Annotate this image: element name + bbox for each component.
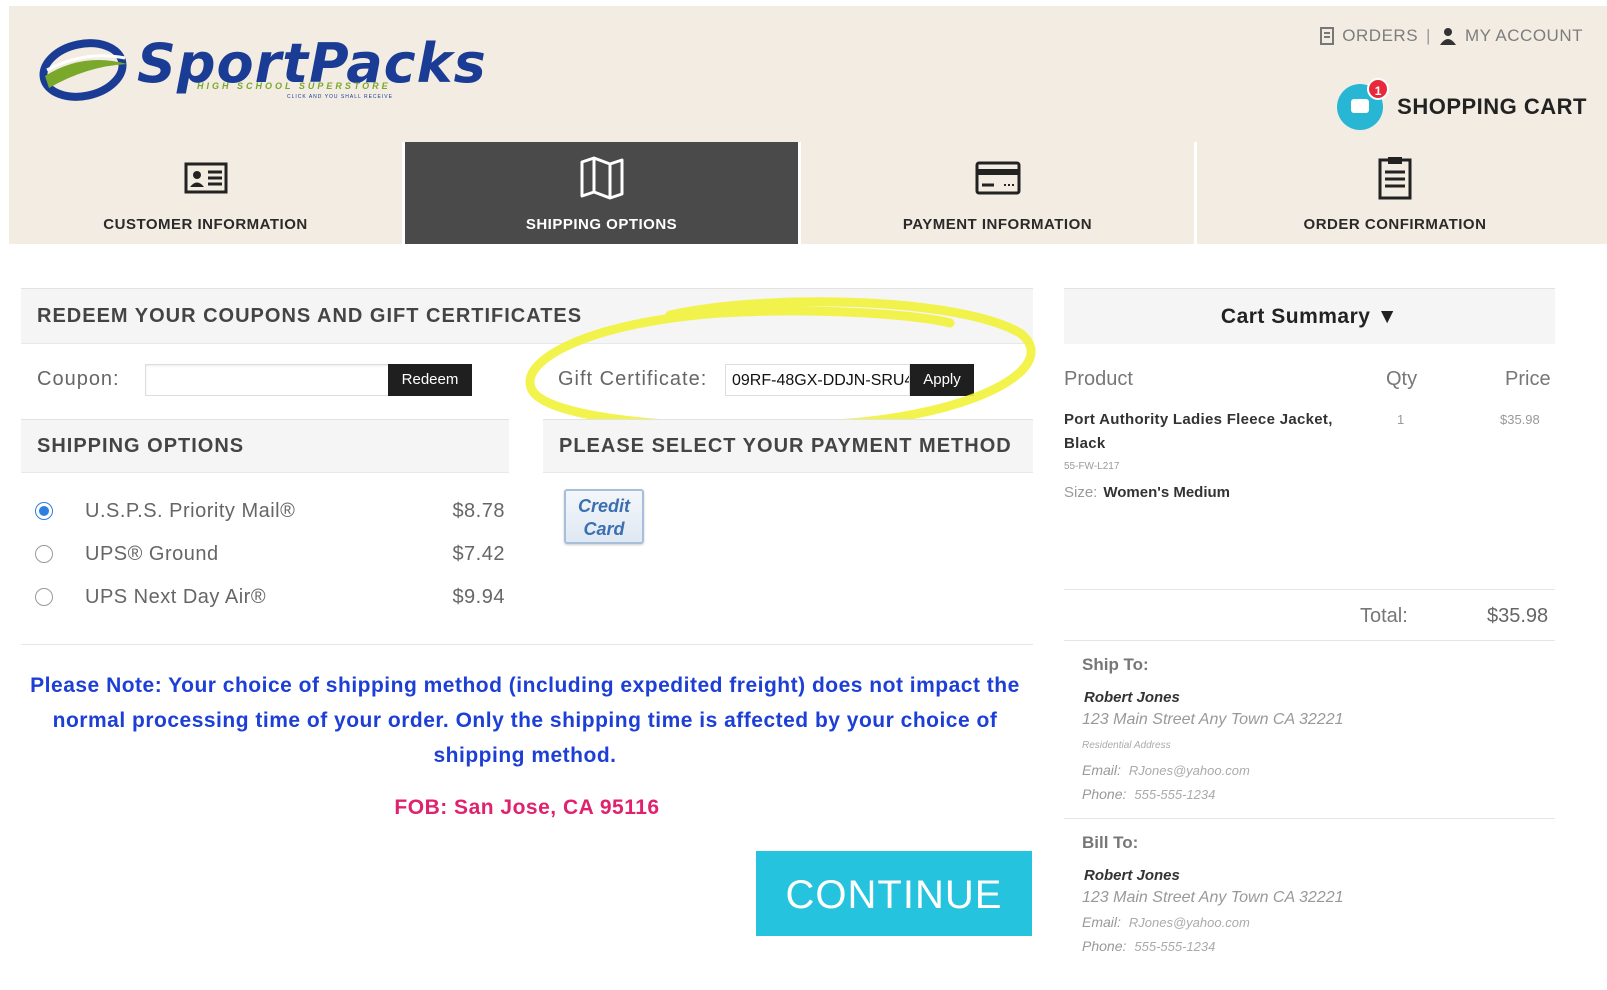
phone-label: Phone: bbox=[1082, 938, 1127, 954]
shipping-note: Please Note: Your choice of shipping met… bbox=[30, 674, 1020, 767]
shipping-option-ups-next-day[interactable]: UPS Next Day Air® $9.94 bbox=[35, 582, 505, 612]
ship-to-address-type: Residential Address bbox=[1082, 740, 1171, 751]
bill-to-name: Robert Jones bbox=[1084, 867, 1180, 884]
cart-item-size: Size: Women's Medium bbox=[1064, 484, 1230, 501]
step-shipping-options[interactable]: SHIPPING OPTIONS bbox=[405, 142, 801, 244]
user-icon bbox=[1439, 28, 1456, 45]
shipping-options-heading: SHIPPING OPTIONS bbox=[21, 419, 509, 473]
shipping-option-price: $8.78 bbox=[452, 499, 505, 522]
continue-button[interactable]: CONTINUE bbox=[756, 851, 1032, 936]
bill-to-address: 123 Main Street Any Town CA 32221 bbox=[1082, 889, 1344, 906]
credit-card-line2: Card bbox=[583, 519, 625, 539]
email-label: Email: bbox=[1082, 914, 1121, 930]
shipping-option-price: $7.42 bbox=[452, 542, 505, 565]
logo-tagline: CLICK AND YOU SHALL RECEIVE bbox=[287, 94, 393, 100]
id-card-icon bbox=[184, 162, 227, 194]
cart-item-qty: 1 bbox=[1397, 412, 1405, 427]
shipping-option-price: $9.94 bbox=[452, 585, 505, 608]
step-label: ORDER CONFIRMATION bbox=[1303, 216, 1487, 233]
step-payment-information[interactable]: PAYMENT INFORMATION bbox=[801, 142, 1197, 244]
sportpacks-logo[interactable]: SportPacks HIGH SCHOOL SUPERSTORE CLICK … bbox=[37, 32, 537, 112]
coupon-input[interactable] bbox=[145, 364, 390, 396]
credit-card-line1: Credit bbox=[577, 496, 630, 516]
shipping-option-usps[interactable]: U.S.P.S. Priority Mail® $8.78 bbox=[35, 496, 505, 526]
shipping-radio[interactable] bbox=[35, 588, 53, 606]
shipping-option-ups-ground[interactable]: UPS® Ground $7.42 bbox=[35, 539, 505, 569]
cart-count-badge: 1 bbox=[1367, 78, 1390, 100]
link-separator: | bbox=[1426, 26, 1431, 45]
shipping-option-name: UPS® Ground bbox=[85, 542, 219, 565]
total-value: $35.98 bbox=[1487, 605, 1549, 627]
column-product: Product bbox=[1064, 368, 1133, 390]
phone-value: 555-555-1234 bbox=[1134, 939, 1216, 954]
step-label: PAYMENT INFORMATION bbox=[902, 216, 1093, 233]
redeem-button[interactable]: Redeem bbox=[388, 364, 472, 396]
gift-certificate-label: Gift Certificate: bbox=[558, 368, 708, 390]
payment-method-heading: PLEASE SELECT YOUR PAYMENT METHOD bbox=[543, 419, 1033, 473]
ship-to-phone: Phone: 555-555-1234 bbox=[1082, 786, 1215, 802]
ship-to-name: Robert Jones bbox=[1084, 689, 1180, 706]
ship-to-title: Ship To: bbox=[1082, 655, 1149, 674]
ship-to-email: Email: RJones@yahoo.com bbox=[1082, 762, 1250, 778]
cart-item-name: Port Authority Ladies Fleece Jacket, Bla… bbox=[1064, 411, 1333, 452]
map-icon bbox=[580, 156, 623, 200]
phone-label: Phone: bbox=[1082, 786, 1127, 802]
size-value: Women's Medium bbox=[1103, 484, 1230, 501]
section-divider bbox=[21, 644, 1033, 645]
cart-divider bbox=[1064, 818, 1555, 819]
bill-to-email: Email: RJones@yahoo.com bbox=[1082, 914, 1250, 930]
step-customer-information[interactable]: CUSTOMER INFORMATION bbox=[9, 142, 405, 244]
shopping-cart-link[interactable]: 1 SHOPPING CART bbox=[1337, 78, 1587, 130]
cart-divider bbox=[1064, 640, 1555, 641]
cart-item-price: $35.98 bbox=[1500, 412, 1540, 427]
gift-certificate-input[interactable]: 09RF-48GX-DDJN-SRU4 bbox=[725, 364, 910, 396]
email-label: Email: bbox=[1082, 762, 1121, 778]
bill-to-title: Bill To: bbox=[1082, 833, 1139, 852]
orders-link[interactable]: ORDERS bbox=[1342, 26, 1418, 46]
shipping-option-name: UPS Next Day Air® bbox=[85, 585, 267, 608]
column-qty: Qty bbox=[1386, 368, 1418, 390]
email-value: RJones@yahoo.com bbox=[1128, 915, 1250, 930]
redeem-coupons-heading: REDEEM YOUR COUPONS AND GIFT CERTIFICATE… bbox=[21, 288, 1033, 344]
ship-to-address: 123 Main Street Any Town CA 32221 bbox=[1082, 711, 1344, 728]
logo-subtitle: HIGH SCHOOL SUPERSTORE bbox=[197, 81, 391, 91]
cart-divider bbox=[1064, 589, 1555, 590]
column-price: Price bbox=[1505, 368, 1551, 390]
apply-button[interactable]: Apply bbox=[910, 364, 974, 396]
step-label: SHIPPING OPTIONS bbox=[525, 216, 678, 233]
shipping-radio[interactable] bbox=[35, 502, 53, 520]
swoosh-logo-icon bbox=[39, 39, 127, 101]
credit-card-button[interactable]: Credit Card bbox=[564, 489, 644, 544]
fob-location: FOB: San Jose, CA 95116 bbox=[394, 796, 660, 819]
step-order-confirmation[interactable]: ORDER CONFIRMATION bbox=[1197, 142, 1593, 244]
shopping-cart-label: SHOPPING CART bbox=[1397, 94, 1587, 119]
step-label: CUSTOMER INFORMATION bbox=[103, 216, 308, 233]
credit-card-icon bbox=[975, 161, 1020, 195]
orders-icon bbox=[1320, 27, 1335, 45]
size-label: Size: bbox=[1064, 484, 1098, 501]
checkout-steps: CUSTOMER INFORMATION SHIPPING OPTIONS PA… bbox=[9, 142, 1607, 244]
site-header: SportPacks HIGH SCHOOL SUPERSTORE CLICK … bbox=[9, 6, 1607, 142]
coupon-label: Coupon: bbox=[37, 368, 120, 390]
cart-item-sku: 55-FW-L217 bbox=[1064, 461, 1120, 472]
shipping-radio[interactable] bbox=[35, 545, 53, 563]
shipping-option-name: U.S.P.S. Priority Mail® bbox=[85, 499, 296, 522]
clipboard-icon bbox=[1378, 157, 1412, 200]
email-value: RJones@yahoo.com bbox=[1128, 763, 1250, 778]
shopping-bag-icon: 1 bbox=[1337, 78, 1390, 130]
cart-summary-toggle[interactable]: Cart Summary ▼ bbox=[1064, 288, 1555, 344]
my-account-link[interactable]: MY ACCOUNT bbox=[1465, 26, 1583, 46]
top-links: ORDERS | MY ACCOUNT bbox=[1320, 26, 1583, 46]
phone-value: 555-555-1234 bbox=[1134, 787, 1216, 802]
total-label: Total: bbox=[1360, 605, 1408, 627]
bill-to-phone: Phone: 555-555-1234 bbox=[1082, 938, 1215, 954]
